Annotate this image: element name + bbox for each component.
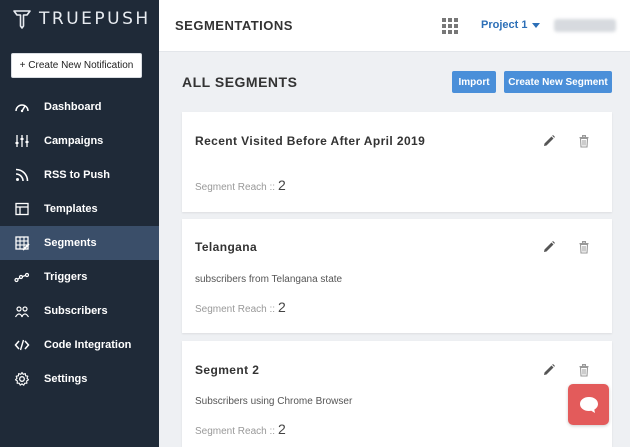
trash-icon[interactable] [577, 134, 591, 148]
section-title: ALL SEGMENTS [182, 74, 298, 90]
sidebar-item-templates[interactable]: Templates [0, 192, 159, 226]
create-notification-button[interactable]: + Create New Notification [11, 53, 142, 78]
segment-description: subscribers from Telangana state [195, 274, 343, 285]
edit-icon[interactable] [542, 363, 556, 377]
sidebar-item-subscribers[interactable]: Subscribers [0, 294, 159, 328]
project-label: Project 1 [481, 19, 528, 31]
sidebar-item-label: Subscribers [44, 305, 108, 317]
code-icon [14, 337, 30, 353]
sliders-icon [14, 133, 30, 149]
subscribers-icon [14, 303, 30, 319]
apps-grid-icon[interactable] [442, 18, 458, 34]
segment-reach: Segment Reach :: 2 [195, 421, 286, 437]
page-title: SEGMENTATIONS [175, 18, 293, 33]
segment-reach-label: Segment Reach :: [195, 426, 276, 437]
segment-title: Segment 2 [195, 363, 260, 377]
segment-reach-value: 2 [278, 177, 286, 193]
sidebar-item-label: Triggers [44, 271, 88, 283]
truepush-logo-icon [13, 10, 31, 29]
sidebar-item-settings[interactable]: Settings [0, 362, 159, 396]
sidebar-item-label: Settings [44, 373, 88, 385]
segment-card: Telangana subscribers from Telangana sta… [182, 219, 612, 333]
sidebar-item-label: Campaigns [44, 135, 104, 147]
gear-icon [14, 371, 30, 387]
chevron-down-icon [532, 22, 541, 28]
sidebar-item-label: RSS to Push [44, 169, 111, 181]
segment-title: Recent Visited Before After April 2019 [195, 134, 426, 148]
import-button[interactable]: Import [452, 71, 496, 93]
sidebar-item-code-integration[interactable]: Code Integration [0, 328, 159, 362]
segment-card: Segment 2 Subscribers using Chrome Brows… [182, 341, 612, 447]
sidebar-item-label: Segments [44, 237, 97, 249]
edit-icon[interactable] [542, 134, 556, 148]
segment-title: Telangana [195, 240, 258, 254]
edit-icon[interactable] [542, 240, 556, 254]
sidebar: TRUEPUSH + Create New Notification Dashb… [0, 0, 159, 447]
sidebar-item-segments[interactable]: Segments [0, 226, 159, 260]
trash-icon[interactable] [577, 240, 591, 254]
top-bar: SEGMENTATIONS Project 1 [159, 0, 630, 52]
templates-icon [14, 201, 30, 217]
sidebar-item-triggers[interactable]: Triggers [0, 260, 159, 294]
brand-name: TRUEPUSH [39, 9, 151, 29]
dashboard-icon [14, 99, 30, 115]
sidebar-item-label: Templates [44, 203, 98, 215]
sidebar-item-campaigns[interactable]: Campaigns [0, 124, 159, 158]
brand-logo[interactable]: TRUEPUSH [11, 8, 151, 30]
triggers-icon [14, 269, 30, 285]
segment-reach-label: Segment Reach :: [195, 182, 276, 193]
create-segment-button[interactable]: Create New Segment [504, 71, 612, 93]
segment-reach-value: 2 [278, 421, 286, 437]
chat-bubble-icon [579, 396, 598, 413]
sidebar-item-label: Dashboard [44, 101, 102, 113]
sidebar-item-dashboard[interactable]: Dashboard [0, 90, 159, 124]
rss-icon [14, 167, 30, 183]
segment-reach-label: Segment Reach :: [195, 304, 276, 315]
sidebar-item-rss[interactable]: RSS to Push [0, 158, 159, 192]
user-menu[interactable] [554, 19, 616, 32]
sidebar-nav: Dashboard Campaigns RSS to Push Template… [0, 90, 159, 396]
trash-icon[interactable] [577, 363, 591, 377]
sidebar-item-label: Code Integration [44, 339, 132, 351]
segment-reach: Segment Reach :: 2 [195, 177, 286, 193]
segment-reach-value: 2 [278, 299, 286, 315]
segment-card: Recent Visited Before After April 2019 S… [182, 112, 612, 212]
segment-reach: Segment Reach :: 2 [195, 299, 286, 315]
segment-description: Subscribers using Chrome Browser [195, 396, 353, 407]
project-selector[interactable]: Project 1 [481, 19, 541, 31]
segments-icon [14, 235, 30, 251]
chat-button[interactable] [568, 384, 609, 425]
